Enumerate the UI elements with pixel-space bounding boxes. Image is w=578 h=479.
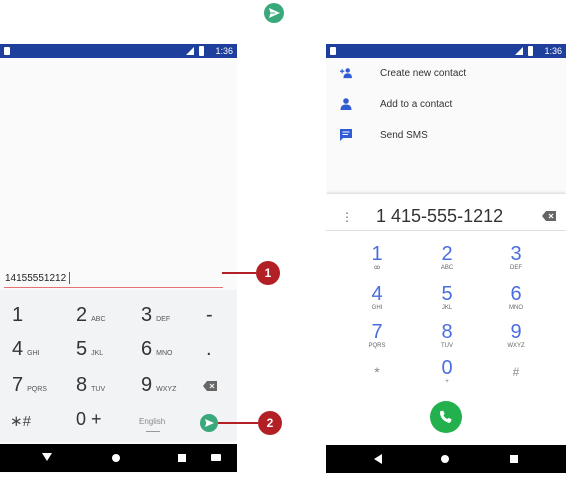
dial-key-7[interactable]: 7 PQRS <box>357 322 397 350</box>
dial-key-8[interactable]: 8 TUV <box>427 322 467 350</box>
key-4[interactable]: 4 GHI <box>12 338 40 361</box>
backspace-icon[interactable] <box>542 211 556 221</box>
key-5[interactable]: 5 JKL <box>76 338 103 361</box>
status-bar: 1:36 <box>326 44 566 58</box>
sim-icon <box>330 47 336 55</box>
key-symbols[interactable]: ∗# <box>10 412 31 430</box>
dial-key-star[interactable]: * <box>357 362 397 382</box>
callout-1: 1 <box>256 261 280 285</box>
input-underline <box>4 287 223 288</box>
key-1[interactable]: 1 <box>12 304 23 327</box>
dialed-number: 1 415-555-1212 <box>376 206 504 226</box>
back-icon[interactable] <box>374 454 382 464</box>
home-icon[interactable] <box>112 454 120 462</box>
key-dash[interactable]: - <box>206 304 213 327</box>
create-new-contact-label: Create new contact <box>380 68 467 79</box>
dial-key-1[interactable]: 1ꝏ <box>357 244 397 272</box>
status-time: 1:36 <box>215 46 233 56</box>
language-label: English <box>139 417 166 426</box>
call-button[interactable] <box>430 401 462 433</box>
dial-key-2[interactable]: 2 ABC <box>427 244 467 272</box>
space-bar-indicator <box>146 431 160 432</box>
number-input[interactable]: 14155551212 <box>5 273 66 284</box>
send-key-icon[interactable] <box>200 414 218 432</box>
battery-icon <box>199 46 204 56</box>
person-icon <box>340 98 352 110</box>
dial-key-5[interactable]: 5 JKL <box>427 284 467 312</box>
key-9[interactable]: 9 WXYZ <box>141 374 176 397</box>
status-time: 1:36 <box>544 46 562 56</box>
signal-icon <box>186 47 194 55</box>
key-dot[interactable]: . <box>206 338 212 361</box>
add-to-contact-label: Add to a contact <box>380 99 453 110</box>
dial-key-0[interactable]: 0 + <box>427 358 467 386</box>
sim-icon <box>4 47 10 55</box>
dial-key-6[interactable]: 6 MNO <box>496 284 536 312</box>
divider <box>326 230 566 231</box>
callout-2: 2 <box>258 411 282 435</box>
send-sms-label: Send SMS <box>380 130 428 141</box>
key-8[interactable]: 8 TUV <box>76 374 105 397</box>
text-cursor <box>69 272 70 284</box>
recents-icon[interactable] <box>178 454 186 462</box>
signal-icon <box>515 47 523 55</box>
dial-key-9[interactable]: 9 WXYZ <box>496 322 536 350</box>
key-7[interactable]: 7 PQRS <box>12 374 47 397</box>
more-vert-icon[interactable]: ⋮ <box>341 210 353 224</box>
home-icon[interactable] <box>441 455 449 463</box>
dial-key-3[interactable]: 3 DEF <box>496 244 536 272</box>
battery-icon <box>528 46 533 56</box>
person-add-icon <box>340 68 352 79</box>
nav-bar <box>326 445 566 473</box>
key-6[interactable]: 6 MNO <box>141 338 172 361</box>
backspace-icon[interactable] <box>203 381 217 391</box>
key-0-plus[interactable]: 0 + <box>76 409 102 430</box>
nav-bar <box>0 444 237 472</box>
back-icon[interactable] <box>42 453 52 461</box>
dial-key-4[interactable]: 4 GHI <box>357 284 397 312</box>
status-bar: 1:36 <box>0 44 237 58</box>
callout-line-1 <box>222 272 256 274</box>
key-3[interactable]: 3 DEF <box>141 304 170 327</box>
soft-keyboard: 1 2 ABC 3 DEF - 4 GHI 5 JKL 6 MNO . 7 PQRS 8 TU… <box>0 290 237 442</box>
callout-line-2 <box>218 422 258 424</box>
send-icon <box>264 3 284 23</box>
dial-key-hash[interactable]: # <box>496 362 536 382</box>
right-phone-screen: 1:36 Create new contact Add to a contact… <box>326 44 566 473</box>
keyboard-icon[interactable] <box>211 454 221 461</box>
recents-icon[interactable] <box>510 455 518 463</box>
key-2[interactable]: 2 ABC <box>76 304 106 327</box>
message-icon <box>340 129 352 141</box>
